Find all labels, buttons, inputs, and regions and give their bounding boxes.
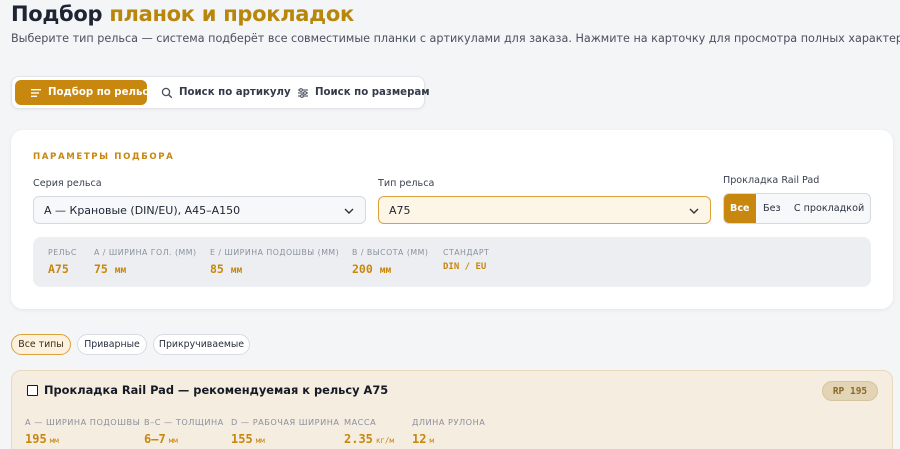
spec-value: 200 (352, 262, 373, 276)
spec-label: E / ШИРИНА ПОДОШВЫ (ММ) (210, 248, 340, 257)
search-icon (161, 87, 173, 99)
spec-unit: кг/м (375, 436, 394, 445)
tab-by-article[interactable]: Поиск по артикулу (161, 80, 291, 105)
result-spec-foot-width: A — ШИРИНА ПОДОШВЫ 195 мм (25, 417, 140, 446)
spec-label: D — РАБОЧАЯ ШИРИНА (231, 417, 340, 427)
spec-label: B–C — ТОЛЩИНА (144, 417, 224, 427)
spec-value: 75 (94, 262, 108, 276)
result-spec-thickness: B–C — ТОЛЩИНА 6–7 мм (144, 417, 224, 446)
spec-unit: мм (379, 265, 392, 276)
spec-head-width: A / ШИРИНА ГОЛ. (ММ) 75 мм (94, 248, 197, 276)
spec-standard: СТАНДАРТ DIN / EU (443, 248, 489, 272)
type-select[interactable]: A75 (378, 196, 711, 224)
spec-value: 195 (25, 432, 47, 446)
rail-specs: РЕЛЬС A75 A / ШИРИНА ГОЛ. (ММ) 75 мм E /… (33, 237, 871, 287)
spec-label: СТАНДАРТ (443, 248, 490, 257)
result-checkbox[interactable] (27, 384, 38, 396)
spec-label: A — ШИРИНА ПОДОШВЫ (25, 417, 141, 427)
spec-value: 155 (231, 432, 253, 446)
tab-by-article-label: Поиск по артикулу (179, 87, 291, 98)
spec-label: МАССА (344, 417, 377, 427)
page-subtitle: Выберите тип рельса — система подберёт в… (11, 32, 900, 45)
spec-label: A / ШИРИНА ГОЛ. (ММ) (94, 248, 197, 257)
spec-value: 6–7 (144, 432, 166, 446)
article-badge: RP 195 (822, 381, 878, 401)
spec-unit: мм (255, 436, 265, 445)
tab-by-rail[interactable]: Подбор по рельсу (15, 80, 155, 105)
series-select-value: A — Крановые (DIN/EU), A45–A150 (44, 203, 241, 217)
pad-label: Прокладка Rail Pad (723, 175, 820, 186)
page-title-accent: планок и прокладок (109, 2, 354, 26)
spec-value: A75 (48, 262, 69, 276)
filter-bolted[interactable]: Прикручиваемые (153, 334, 250, 355)
spec-label: B / ВЫСОТА (ММ) (352, 248, 429, 257)
result-spec-working-width: D — РАБОЧАЯ ШИРИНА 155 мм (231, 417, 340, 446)
spec-unit: мм (49, 436, 59, 445)
result-title: Прокладка Rail Pad — рекомендуемая к рел… (44, 383, 389, 397)
spec-height: B / ВЫСОТА (ММ) 200 мм (352, 248, 428, 276)
chevron-down-icon (688, 205, 700, 217)
pad-option-all[interactable]: Все (724, 194, 756, 223)
spec-foot-width: E / ШИРИНА ПОДОШВЫ (ММ) 85 мм (210, 248, 339, 276)
pad-option-with[interactable]: С прокладкой (788, 194, 870, 223)
tab-by-rail-label: Подбор по рельсу (48, 87, 156, 98)
spec-value: 2.35 (344, 432, 373, 446)
params-card: ПАРАМЕТРЫ ПОДБОРА Серия рельса A — Крано… (11, 130, 893, 309)
spec-label: ДЛИНА РУЛОНА (412, 417, 486, 427)
spec-value: 12 (412, 432, 427, 446)
section-label: ПАРАМЕТРЫ ПОДБОРА (33, 152, 175, 162)
chevron-down-icon (343, 205, 355, 217)
tab-by-size-label: Поиск по размерам (315, 87, 430, 98)
list-icon (30, 87, 42, 99)
spec-unit: м (429, 436, 434, 445)
type-label: Тип рельса (378, 178, 435, 189)
pad-toggle: Все Без С прокладкой (723, 193, 871, 224)
result-card[interactable]: Прокладка Rail Pad — рекомендуемая к рел… (11, 370, 893, 449)
pad-option-without[interactable]: Без (756, 194, 789, 223)
spec-unit: мм (168, 436, 178, 445)
type-select-value: A75 (389, 203, 411, 217)
sliders-icon (297, 87, 309, 99)
tab-by-size[interactable]: Поиск по размерам (297, 80, 430, 105)
mode-tabs: Подбор по рельсу Поиск по артикулу Поиск… (11, 76, 430, 109)
series-select[interactable]: A — Крановые (DIN/EU), A45–A150 (33, 196, 366, 224)
spec-value: 85 (210, 262, 224, 276)
result-spec-mass: МАССА 2.35 кг/м (344, 417, 394, 446)
spec-unit: мм (114, 265, 127, 276)
spec-unit: мм (230, 265, 243, 276)
filter-welded[interactable]: Приварные (77, 334, 147, 355)
result-spec-roll-length: ДЛИНА РУЛОНА 12 м (412, 417, 485, 446)
page-title-main: Подбор (11, 2, 103, 26)
filter-all-types[interactable]: Все типы (11, 334, 71, 355)
spec-rail: РЕЛЬС A75 (48, 248, 77, 276)
page-title: Подбор планок и прокладок (11, 0, 354, 28)
result-header: Прокладка Rail Pad — рекомендуемая к рел… (27, 383, 388, 397)
spec-label: РЕЛЬС (48, 248, 77, 257)
spec-value: DIN / EU (443, 262, 487, 272)
series-label: Серия рельса (33, 178, 102, 189)
